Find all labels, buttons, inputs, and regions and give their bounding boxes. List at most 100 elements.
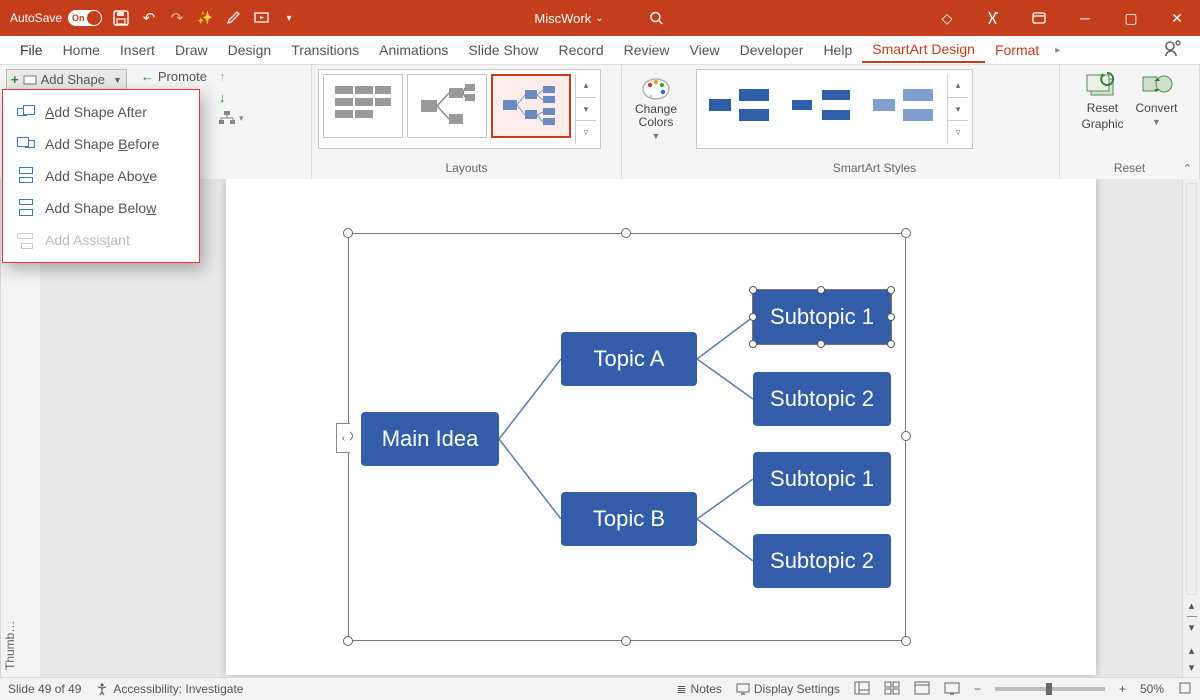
text-pane-toggle[interactable]: ‹: [336, 423, 350, 453]
redo-icon[interactable]: ↷: [168, 9, 186, 27]
tab-view[interactable]: View: [680, 38, 730, 62]
menu-add-shape-above[interactable]: Add Shape Above: [3, 160, 199, 192]
move-up-button[interactable]: ↑: [219, 69, 244, 84]
node-subtopic-1b[interactable]: Subtopic 1: [753, 452, 891, 506]
scroll-up-icon[interactable]: ▴: [1189, 599, 1195, 612]
scroll-track[interactable]: [1186, 183, 1197, 595]
menu-add-shape-after[interactable]: Add Shape After: [3, 96, 199, 128]
maximize-icon[interactable]: ▢: [1108, 0, 1154, 36]
tab-insert[interactable]: Insert: [110, 38, 165, 62]
style-gallery-scroll[interactable]: ▴ ▾ ▿: [947, 74, 968, 144]
display-settings-button[interactable]: Display Settings: [736, 682, 840, 696]
scroll-up-icon[interactable]: ▴: [576, 74, 596, 98]
menu-add-shape-before[interactable]: Add Shape Before: [3, 128, 199, 160]
menu-add-shape-below[interactable]: Add Shape Below: [3, 192, 199, 224]
ribbon-collapse-icon[interactable]: ⌃: [1183, 162, 1192, 175]
node-handle[interactable]: [887, 340, 895, 348]
node-handle[interactable]: [749, 313, 757, 321]
next-slide-icon[interactable]: ▾: [1189, 661, 1195, 674]
tab-developer[interactable]: Developer: [730, 38, 814, 62]
scroll-down-icon[interactable]: ▾: [1189, 621, 1195, 634]
tab-help[interactable]: Help: [813, 38, 862, 62]
slide[interactable]: ⟳ ‹: [226, 179, 1096, 675]
add-shape-button[interactable]: + Add Shape ▼: [6, 69, 127, 90]
node-subtopic-2a[interactable]: Subtopic 2: [753, 372, 891, 426]
slide-canvas[interactable]: ⟳ ‹: [40, 179, 1182, 678]
notes-button[interactable]: ≣ Notes: [676, 682, 721, 696]
node-handle[interactable]: [749, 286, 757, 294]
scroll-expand-icon[interactable]: ▿: [948, 121, 968, 144]
tab-animations[interactable]: Animations: [369, 38, 458, 62]
node-main-idea[interactable]: Main Idea: [361, 412, 499, 466]
view-sorter-icon[interactable]: [884, 681, 900, 698]
style-gallery[interactable]: ▴ ▾ ▿: [696, 69, 973, 149]
tab-design[interactable]: Design: [218, 38, 282, 62]
node-handle[interactable]: [749, 340, 757, 348]
tab-file[interactable]: File: [10, 38, 53, 62]
magic-icon[interactable]: ✨: [196, 9, 214, 27]
style-thumb-2[interactable]: [783, 74, 861, 138]
zoom-slider-thumb[interactable]: [1046, 683, 1052, 695]
scroll-down-icon[interactable]: ▾: [948, 98, 968, 122]
diamond-icon[interactable]: ◇: [924, 0, 970, 36]
view-normal-icon[interactable]: [854, 681, 870, 698]
tab-slideshow[interactable]: Slide Show: [458, 38, 548, 62]
autosave-switch-icon[interactable]: On: [68, 10, 102, 26]
node-topic-a[interactable]: Topic A: [561, 332, 697, 386]
close-icon[interactable]: ✕: [1154, 0, 1200, 36]
node-topic-b[interactable]: Topic B: [561, 492, 697, 546]
layout-thumb-1[interactable]: [323, 74, 403, 138]
reset-graphic-button[interactable]: Reset Graphic: [1081, 71, 1123, 131]
layout-thumb-2[interactable]: [407, 74, 487, 138]
tab-transitions[interactable]: Transitions: [281, 38, 369, 62]
style-thumb-3[interactable]: [865, 74, 943, 138]
accessibility-status[interactable]: Accessibility: Investigate: [95, 682, 243, 696]
layout-gallery[interactable]: ▴ ▾ ▿: [318, 69, 601, 149]
autosave-toggle[interactable]: AutoSave On: [10, 10, 102, 26]
share-icon[interactable]: [1162, 38, 1182, 63]
zoom-level[interactable]: 50%: [1140, 682, 1164, 696]
present-icon[interactable]: [252, 9, 270, 27]
node-handle[interactable]: [887, 313, 895, 321]
tab-record[interactable]: Record: [548, 38, 613, 62]
zoom-slider[interactable]: [995, 687, 1105, 691]
node-subtopic-2b[interactable]: Subtopic 2: [753, 534, 891, 588]
style-thumb-1[interactable]: [701, 74, 779, 138]
tab-home[interactable]: Home: [53, 38, 110, 62]
tab-scroll-icon[interactable]: ▸: [1055, 45, 1060, 56]
view-slideshow-icon[interactable]: [944, 681, 960, 698]
vertical-scrollbar[interactable]: ▴ ▾ ▴ ▾: [1182, 179, 1200, 678]
convert-button[interactable]: Convert ▼: [1136, 71, 1178, 131]
scroll-down-icon[interactable]: ▾: [576, 98, 596, 122]
tab-review[interactable]: Review: [614, 38, 680, 62]
node-handle[interactable]: [887, 286, 895, 294]
node-handle[interactable]: [817, 340, 825, 348]
view-reading-icon[interactable]: [914, 681, 930, 698]
coming-soon-icon[interactable]: [970, 0, 1016, 36]
tab-draw[interactable]: Draw: [165, 38, 218, 62]
eyedropper-icon[interactable]: [224, 9, 242, 27]
undo-icon[interactable]: ↶: [140, 9, 158, 27]
ribbon-mode-icon[interactable]: [1016, 0, 1062, 36]
slide-counter[interactable]: Slide 49 of 49: [8, 682, 81, 696]
prev-slide-icon[interactable]: ▴: [1189, 644, 1195, 657]
scroll-up-icon[interactable]: ▴: [948, 74, 968, 98]
node-subtopic-1a[interactable]: Subtopic 1: [753, 290, 891, 344]
zoom-in-button[interactable]: +: [1119, 682, 1126, 696]
document-title[interactable]: MiscWork ⌄: [534, 9, 665, 27]
layout-gallery-scroll[interactable]: ▴ ▾ ▿: [575, 74, 596, 144]
layout-thumb-3[interactable]: [491, 74, 571, 138]
search-icon[interactable]: [648, 9, 666, 27]
promote-button[interactable]: ← Promote: [141, 69, 207, 84]
smartart-frame[interactable]: ‹ Main Idea Topic A Topic B: [348, 233, 906, 641]
move-down-button[interactable]: ↓: [219, 90, 244, 105]
qat-overflow-icon[interactable]: ▾: [280, 9, 298, 27]
tab-smartart-design[interactable]: SmartArt Design: [862, 37, 985, 63]
zoom-out-button[interactable]: −: [974, 682, 981, 696]
change-colors-button[interactable]: Change Colors ▼: [628, 71, 684, 141]
scroll-expand-icon[interactable]: ▿: [576, 121, 596, 144]
save-icon[interactable]: [112, 9, 130, 27]
fit-to-window-icon[interactable]: [1178, 681, 1192, 698]
minimize-icon[interactable]: ─: [1062, 0, 1108, 36]
node-handle[interactable]: [817, 286, 825, 294]
